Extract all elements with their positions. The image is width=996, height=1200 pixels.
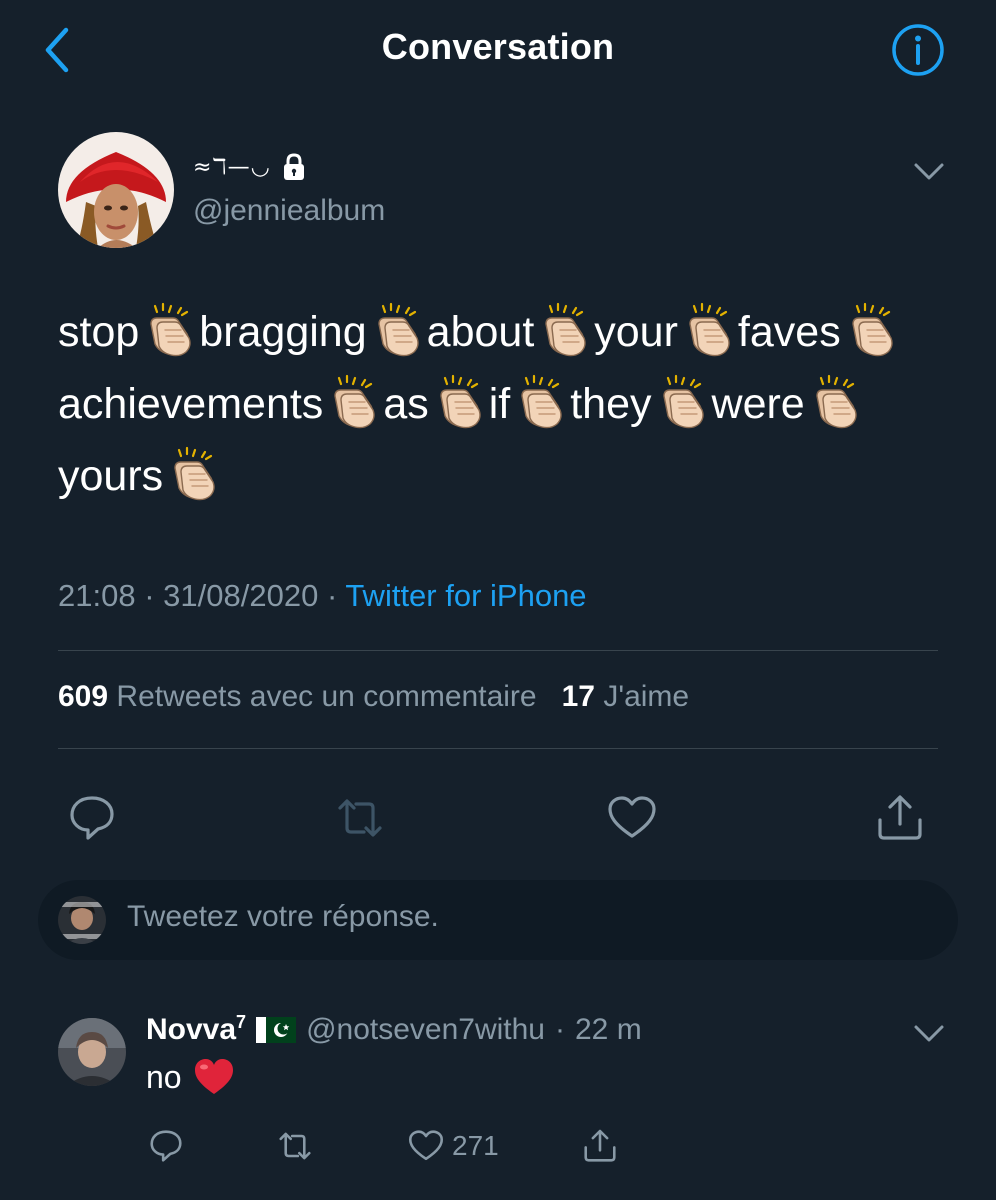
info-icon	[892, 24, 944, 76]
author-display-name[interactable]: ≈ℸ—◡	[193, 150, 307, 184]
reply-icon	[150, 1130, 182, 1162]
reply-like-count: 271	[452, 1130, 499, 1161]
author-avatar[interactable]	[58, 132, 174, 248]
tweet-word: your	[594, 308, 678, 356]
reply-text: no	[146, 1058, 234, 1096]
tweet-word: about	[426, 308, 535, 356]
reply-button[interactable]	[64, 790, 120, 846]
tweet-word: were	[711, 380, 805, 428]
clapping-hands-emoji	[429, 374, 489, 429]
clapping-hands-emoji	[139, 302, 199, 357]
reply-name-text: Novva	[146, 1013, 237, 1046]
clapping-hands-emoji	[534, 302, 594, 357]
like-button[interactable]	[604, 790, 660, 846]
reply-header: Novva7 @notseven7withu · 22 m	[146, 1012, 642, 1047]
red-heart-icon	[194, 1059, 233, 1094]
meta-separator: ·	[144, 578, 155, 613]
clapping-hands-icon	[545, 302, 586, 357]
reply-author-avatar[interactable]	[58, 1018, 126, 1086]
divider	[58, 748, 938, 749]
reply-reply-button[interactable]	[146, 1124, 186, 1168]
quote-stat[interactable]: 609 Retweets avec un commentaire	[58, 680, 537, 713]
reply-options-button[interactable]	[912, 1020, 946, 1046]
tweet-word: achievements	[58, 380, 324, 428]
tweet-word: yours	[58, 452, 164, 500]
reply-handle[interactable]: @notseven7withu	[306, 1013, 545, 1047]
clapping-hands-icon	[521, 374, 562, 429]
pakistan-flag-icon	[256, 1016, 297, 1043]
clapping-hands-icon	[334, 374, 375, 429]
like-label: J'aime	[603, 680, 690, 713]
clapping-hands-emoji	[678, 302, 738, 357]
reply-icon	[70, 796, 114, 840]
share-button[interactable]	[872, 790, 928, 846]
quote-label: Retweets avec un commentaire	[116, 680, 537, 713]
divider	[58, 650, 938, 651]
like-count: 17	[561, 680, 595, 713]
clapping-hands-emoji	[367, 302, 427, 357]
heart-icon	[608, 796, 656, 838]
tweet-time: 21:08	[58, 578, 136, 613]
clapping-hands-icon	[150, 302, 191, 357]
info-button[interactable]	[890, 22, 946, 78]
reply-share-button[interactable]	[580, 1124, 620, 1168]
clapping-hands-icon	[377, 302, 419, 357]
reply-retweet-button[interactable]	[274, 1124, 316, 1168]
clapping-hands-emoji	[805, 374, 865, 429]
clapping-hands-emoji	[652, 374, 712, 429]
clapping-hands-icon	[440, 374, 481, 429]
clapping-hands-emoji	[841, 302, 901, 357]
tweet-text: stop bragging about your faves achievements as…	[58, 296, 938, 512]
clapping-hands-icon	[662, 374, 704, 429]
tweet-word: they	[570, 380, 652, 428]
clapping-hands-icon	[852, 302, 893, 357]
like-stat[interactable]: 17 J'aime	[562, 680, 689, 713]
clapping-hands-emoji	[163, 446, 223, 501]
chevron-down-icon	[914, 163, 944, 180]
reply-name-superscript: 7	[236, 1012, 247, 1032]
clapping-hands-icon	[816, 374, 857, 429]
tweet-word: stop	[58, 308, 140, 356]
clapping-hands-icon	[689, 302, 730, 357]
tweet-meta: 21:08 · 31/08/2020 · Twitter for iPhone	[58, 578, 587, 614]
reply-time: 22 m	[575, 1012, 642, 1046]
tweet-date: 31/08/2020	[163, 578, 319, 613]
share-icon	[584, 1129, 616, 1162]
tweet-source-link[interactable]: Twitter for iPhone	[345, 578, 586, 613]
reply-input-placeholder[interactable]: Tweetez votre réponse.	[127, 900, 439, 934]
retweet-button[interactable]	[332, 790, 388, 846]
tweet-options-button[interactable]	[912, 158, 946, 184]
quote-count: 609	[58, 680, 109, 713]
share-icon	[878, 795, 922, 840]
reply-like-button[interactable]: 271	[406, 1124, 499, 1168]
meta-separator: ·	[326, 578, 338, 613]
chevron-down-icon	[914, 1025, 944, 1042]
page-title: Conversation	[381, 26, 615, 67]
tweet-word: faves	[737, 308, 841, 356]
tweet-stats: 609 Retweets avec un commentaire 17 J'ai…	[58, 680, 689, 714]
clapping-hands-emoji	[510, 374, 570, 429]
reply-text-content: no	[146, 1058, 182, 1095]
reply-display-name[interactable]: Novva7	[146, 1012, 246, 1047]
clapping-hands-emoji	[323, 374, 383, 429]
tweet-word: as	[383, 380, 429, 428]
tweet-word: if	[488, 380, 511, 428]
retweet-icon	[279, 1132, 311, 1160]
heart-icon	[409, 1130, 443, 1161]
clapping-hands-icon	[174, 446, 215, 501]
display-name-glyphs: ≈ℸ—◡	[193, 154, 271, 180]
tweet-word: bragging	[199, 308, 367, 356]
reply-action-bar: 271	[146, 1124, 646, 1168]
reply-separator: ·	[555, 1012, 565, 1046]
user-avatar[interactable]	[58, 896, 106, 944]
tweet-action-bar	[58, 790, 938, 846]
lock-icon	[283, 153, 304, 180]
author-handle[interactable]: @jenniealbum	[193, 194, 385, 228]
retweet-icon	[338, 799, 382, 837]
